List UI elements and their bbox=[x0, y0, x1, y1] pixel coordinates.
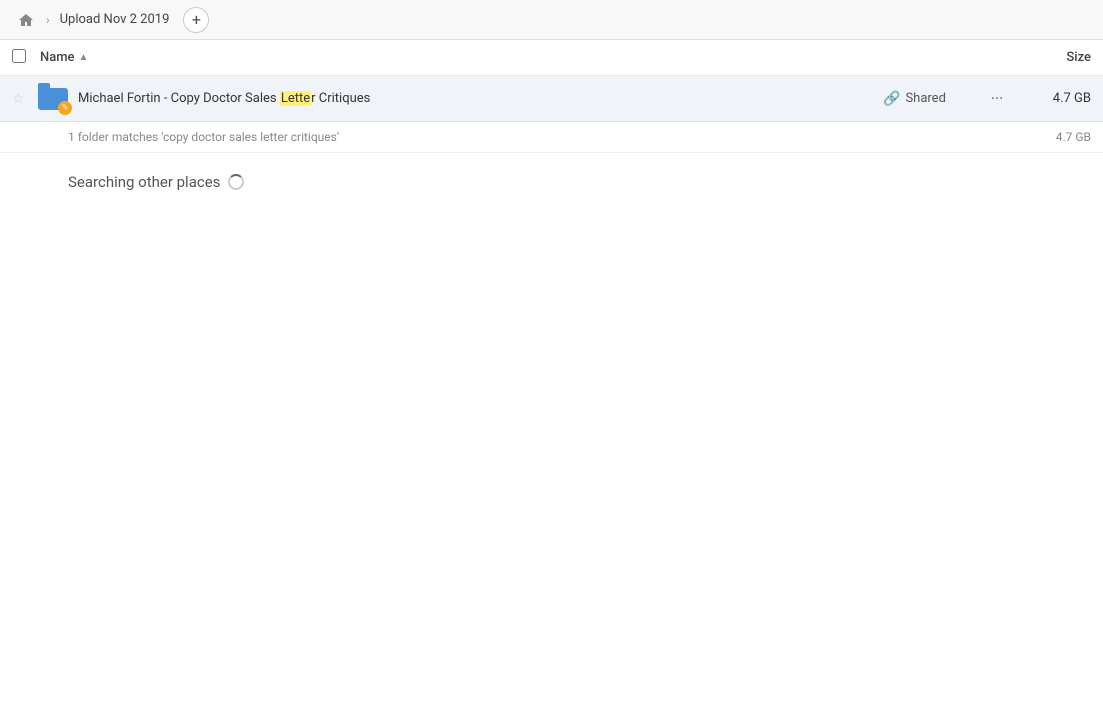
file-name-after: r Critiques bbox=[311, 91, 370, 106]
column-headers: Name ▲ Size bbox=[0, 40, 1103, 76]
file-name-highlight: Lette bbox=[280, 91, 311, 106]
searching-label: Searching other places bbox=[68, 173, 220, 191]
more-options-button[interactable]: ··· bbox=[983, 85, 1011, 113]
size-column-header[interactable]: Size bbox=[991, 50, 1091, 65]
file-size: 4.7 GB bbox=[1011, 91, 1091, 106]
searching-row: Searching other places bbox=[0, 153, 1103, 201]
shared-label: Shared bbox=[905, 91, 945, 106]
match-count-size: 4.7 GB bbox=[1056, 130, 1091, 144]
shared-badge: 🔗 Shared bbox=[883, 91, 983, 107]
size-column-label: Size bbox=[1066, 50, 1091, 65]
select-all-checkbox-col bbox=[12, 49, 40, 67]
select-all-checkbox[interactable] bbox=[12, 49, 26, 63]
name-column-label: Name bbox=[40, 50, 75, 65]
sort-arrow-icon: ▲ bbox=[79, 52, 89, 63]
breadcrumb-separator: › bbox=[44, 13, 52, 27]
folder-icon: ✎ bbox=[36, 82, 70, 116]
folder-tab bbox=[38, 83, 50, 89]
star-icon[interactable]: ☆ bbox=[12, 91, 36, 107]
file-row[interactable]: ☆ ✎ Michael Fortin - Copy Doctor Sales L… bbox=[0, 76, 1103, 122]
folder-pencil-icon: ✎ bbox=[58, 101, 72, 115]
match-count-row: 1 folder matches 'copy doctor sales lett… bbox=[0, 122, 1103, 153]
add-button[interactable]: + bbox=[183, 7, 209, 33]
home-button[interactable] bbox=[12, 6, 40, 34]
file-name: Michael Fortin - Copy Doctor Sales Lette… bbox=[78, 91, 883, 106]
header-bar: › Upload Nov 2 2019 + bbox=[0, 0, 1103, 40]
link-icon: 🔗 bbox=[883, 91, 900, 107]
match-count-text: 1 folder matches 'copy doctor sales lett… bbox=[68, 130, 339, 144]
breadcrumb-label: Upload Nov 2 2019 bbox=[56, 12, 174, 27]
loading-spinner bbox=[228, 174, 244, 190]
file-name-before: Michael Fortin - Copy Doctor Sales bbox=[78, 91, 280, 106]
name-column-header[interactable]: Name ▲ bbox=[40, 50, 991, 65]
